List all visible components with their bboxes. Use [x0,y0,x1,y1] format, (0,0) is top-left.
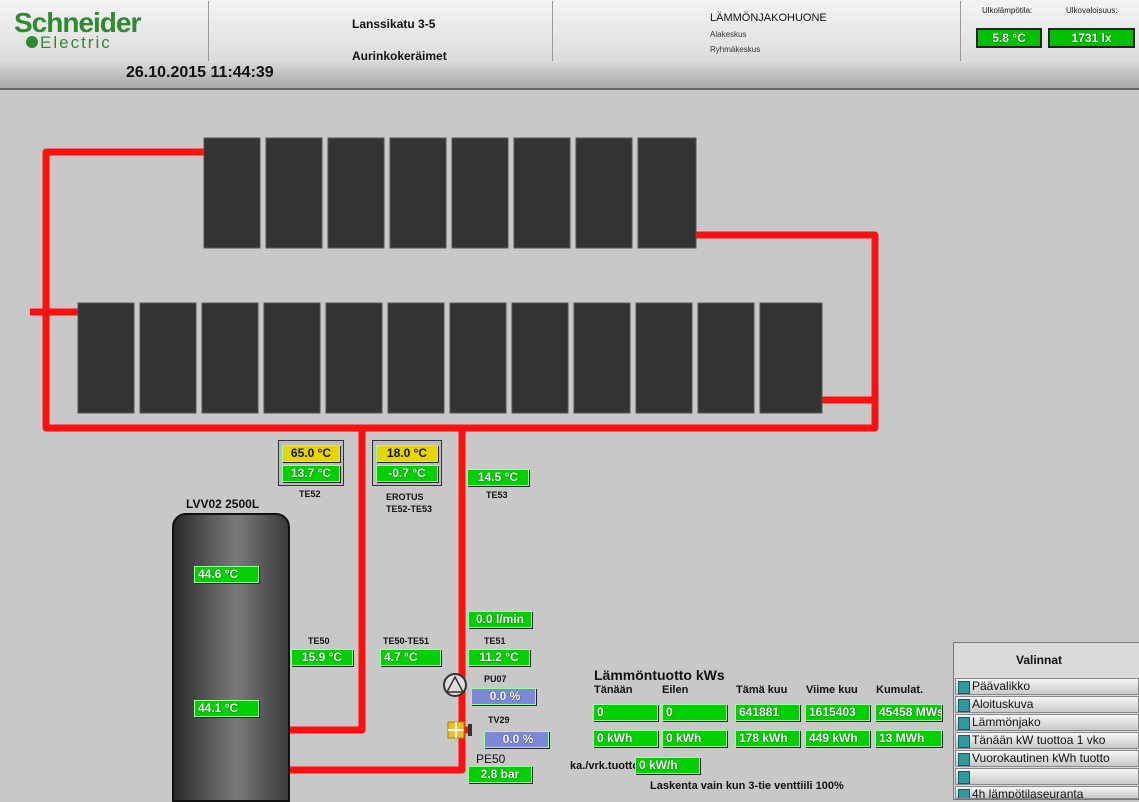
te50-te51-value: 4.7 °C [380,649,441,666]
menu-title: Valinnat [1016,653,1063,667]
avg-label: ka./vrk.tuotto [570,760,640,772]
kws-last-month: 1615403 [805,704,870,721]
solar-panel [511,302,569,414]
tank-bottom-temp: 44.1 °C [194,700,259,717]
menu-item-start-view[interactable]: Aloituskuva [955,696,1139,713]
erotus-label: EROTUS [386,492,424,502]
menu-item-4h-monitoring[interactable]: 4h lämpötilaseuranta [955,786,1139,799]
menu-bullet-icon [958,735,970,748]
kwh-cumulative: 13 MWh [875,730,942,747]
solar-panel [327,137,385,249]
energy-header-today: Tänään [594,684,633,696]
tank-top-temp: 44.6 °C [194,566,259,583]
tv29-value[interactable]: 0.0 % [484,731,549,748]
menu-item-weekly-kw[interactable]: Tänään kW tuottoa 1 vko [955,732,1139,749]
pump-icon [443,673,467,697]
te51-label: TE51 [484,636,506,646]
te50-label: TE50 [308,636,330,646]
kwh-this-month: 178 kWh [735,730,800,747]
solar-panel [203,137,261,249]
erotus-setpoint[interactable]: 18.0 °C [376,445,438,462]
calc-note: Laskenta vain kun 3-tie venttiili 100% [650,780,844,792]
kws-yesterday: 0 [662,704,727,721]
solar-panel [449,302,507,414]
menu-bullet-icon [958,771,970,784]
solar-panel [389,137,447,249]
kwh-last-month: 449 kWh [805,730,870,747]
erotus-value: -0.7 °C [376,465,438,482]
energy-header-cumulative: Kumulat. [876,684,924,696]
tv29-label: TV29 [488,715,510,725]
three-way-valve-icon [447,721,472,739]
te50-value: 15.9 °C [291,649,353,666]
energy-title: Lämmöntuotto kWs [594,667,725,683]
solar-panel [77,302,135,414]
solar-panel [513,137,571,249]
te52-setpoint[interactable]: 65.0 °C [282,445,340,462]
pe50-label: PE50 [476,752,506,766]
energy-header-last-month: Viime kuu [806,684,858,696]
menu-item-daily-kwh[interactable]: Vuorokautinen kWh tuotto [955,750,1139,767]
solar-panel [575,137,633,249]
te53-label: TE53 [486,490,508,500]
solar-panel [637,137,697,249]
te52-value: 13.7 °C [282,465,340,482]
energy-header-yesterday: Eilen [662,684,689,696]
solar-panel [635,302,693,414]
te50-te51-label: TE50-TE51 [383,636,430,646]
kwh-yesterday: 0 kWh [662,730,727,747]
solar-panel [139,302,197,414]
te51-value: 11.2 °C [468,649,530,666]
pu07-label: PU07 [484,674,507,684]
kws-this-month: 641881 [735,704,800,721]
menu-bullet-icon [958,753,970,766]
solar-panel [759,302,823,414]
pu07-value[interactable]: 0.0 % [471,688,536,705]
energy-header-this-month: Tämä kuu [736,684,788,696]
te53-value: 14.5 °C [467,469,529,486]
flow-value: 0.0 l/min [468,611,532,628]
solar-panel [265,137,323,249]
kwh-today: 0 kWh [593,730,658,747]
menu-item-heat-distribution[interactable]: Lämmönjako [955,714,1139,731]
menu-bullet-icon [958,717,970,730]
storage-tank [172,513,290,802]
solar-panel [201,302,259,414]
menu-bullet-icon [958,699,970,712]
solar-panel [325,302,383,414]
erotus-label-formula: TE52-TE53 [386,504,433,514]
solar-panel [263,302,321,414]
menu-bullet-icon [958,681,970,694]
pe50-value: 2.8 bar [468,766,532,783]
solar-panel [697,302,755,414]
solar-panel [451,137,509,249]
kws-today: 0 [593,704,658,721]
solar-panel [573,302,631,414]
kws-cumulative: 45458 MWs [875,704,942,721]
menu-item-blank[interactable] [955,768,1139,785]
menu-item-main-menu[interactable]: Päävalikko [955,678,1139,695]
te52-label: TE52 [299,489,321,499]
tank-label: LVV02 2500L [186,497,260,511]
avg-value: 0 kW/h [635,757,700,774]
solar-panel [387,302,445,414]
